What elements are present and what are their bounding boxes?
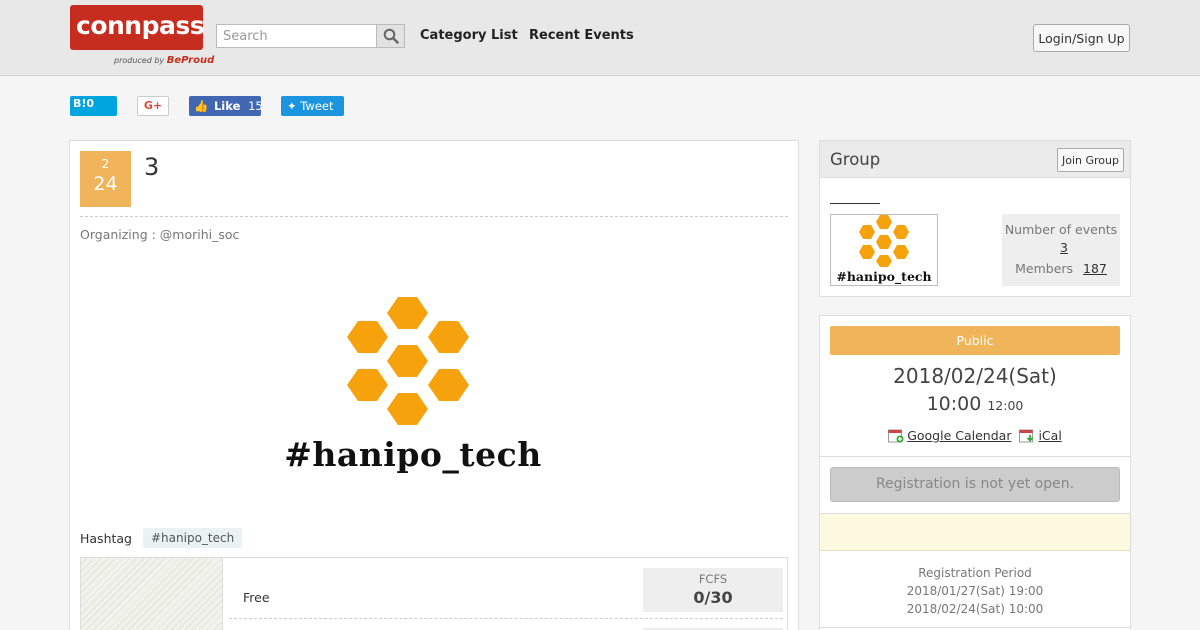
registration-period-start: 2018/01/27(Sat) 19:00 [906, 584, 1044, 598]
logo-badge: connpass [70, 5, 205, 50]
event-status-badge: Public [830, 326, 1120, 355]
honeycomb-icon [347, 297, 469, 425]
connpass-logo[interactable]: connpass produced by BeProud [70, 5, 214, 69]
registration-period-label: Registration Period [918, 566, 1032, 580]
google-plus-button[interactable]: G+ [137, 96, 169, 116]
calendar-links: Google Calendar iCal [820, 428, 1130, 443]
google-plus-icon: G+ [143, 99, 163, 112]
logo-producer-prefix: produced by [114, 56, 165, 65]
google-calendar-link[interactable]: Google Calendar [907, 428, 1011, 443]
hatena-label: B! [73, 97, 87, 110]
google-calendar-icon [888, 428, 904, 443]
group-stats: Number of events 3 Members 187 [1002, 214, 1120, 286]
hashtag-link[interactable]: #hanipo_tech [143, 528, 243, 548]
hashtag-label: Hashtag [80, 531, 132, 546]
group-events-label: Number of events [1004, 222, 1118, 237]
ticket-type: FCFS [698, 572, 728, 586]
nav-category-list[interactable]: Category List [420, 28, 518, 43]
title-divider [80, 216, 788, 217]
event-start-time: 10:00 [926, 393, 982, 415]
twitter-bird-icon: ✦ [287, 99, 297, 113]
registration-button[interactable]: Registration is not yet open. [830, 467, 1120, 502]
event-main-card: 2 24 3 Organizing : @morihi_soc #hanipo_… [69, 140, 799, 630]
search-icon [383, 28, 399, 44]
event-end-time: 12:00 [987, 398, 1024, 413]
group-name-link[interactable] [830, 203, 880, 204]
event-info-card: Public 2018/02/24(Sat) 10:00 12:00 Google… [819, 315, 1131, 630]
info-notice-area [820, 514, 1130, 551]
facebook-like-button[interactable]: 👍 Like 15 [189, 96, 263, 116]
group-events-count[interactable]: 3 [1060, 240, 1068, 255]
event-date-badge: 2 24 [80, 151, 131, 207]
ticket-divider [229, 618, 783, 619]
event-organizer: Organizing : @morihi_soc [80, 227, 240, 242]
group-events-stat: Number of events 3 [1002, 221, 1120, 257]
logo-producer-brand: BeProud [166, 55, 215, 66]
thumbs-up-icon: 👍 [194, 99, 209, 113]
hatena-bookmark-button[interactable]: B!0 [70, 96, 117, 116]
search-box [216, 24, 405, 48]
tweet-button[interactable]: ✦ Tweet [281, 96, 344, 116]
event-time: 10:00 12:00 [820, 393, 1130, 415]
ticket-name: Free [243, 590, 270, 605]
logo-producer: produced by BeProud [114, 55, 214, 66]
ical-link[interactable]: iCal [1038, 428, 1061, 443]
event-day: 24 [93, 173, 118, 195]
registration-period-end: 2018/02/24(Sat) 10:00 [906, 602, 1044, 616]
site-header: connpass produced by BeProud Category Li… [0, 0, 1200, 76]
group-members-count[interactable]: 187 [1083, 261, 1107, 276]
ticket-capacity: 0/30 [693, 588, 733, 607]
facebook-like-label: Like [213, 99, 241, 113]
search-button[interactable] [376, 25, 404, 47]
event-title: 3 [144, 153, 160, 181]
group-card: Group Join Group #hanipo_tech Number of … [819, 140, 1131, 297]
group-logo-text: #hanipo_tech [836, 269, 932, 284]
ical-icon [1019, 428, 1035, 443]
event-month: 2 [101, 157, 110, 171]
event-date: 2018/02/24(Sat) [893, 364, 1057, 388]
info-divider [820, 627, 1130, 628]
login-signup-button[interactable]: Login/Sign Up [1033, 24, 1130, 52]
info-divider [820, 456, 1130, 457]
event-hero-image: #hanipo_tech [283, 291, 543, 481]
ticket-placeholder-image [81, 558, 223, 630]
join-group-button[interactable]: Join Group [1057, 148, 1124, 172]
group-card-header: Group Join Group [820, 141, 1130, 178]
group-logo[interactable]: #hanipo_tech [830, 214, 938, 286]
tweet-label: Tweet [300, 99, 334, 113]
facebook-like-count: 15 [248, 99, 263, 113]
hatena-count: 0 [86, 97, 95, 110]
group-members-label: Members [1015, 261, 1074, 276]
ticket-table: Free FCFS 0/30 [80, 557, 788, 630]
group-members-stat: Members 187 [1002, 261, 1120, 276]
registration-period: Registration Period 2018/01/27(Sat) 19:0… [820, 564, 1130, 618]
hero-hashtag-text: #hanipo_tech [284, 435, 542, 474]
ticket-capacity-box: FCFS 0/30 [643, 568, 783, 612]
honeycomb-icon [859, 215, 909, 267]
nav-recent-events[interactable]: Recent Events [529, 28, 634, 43]
group-title: Group [830, 150, 881, 169]
logo-text: connpass [76, 11, 205, 40]
search-input[interactable] [217, 25, 377, 47]
